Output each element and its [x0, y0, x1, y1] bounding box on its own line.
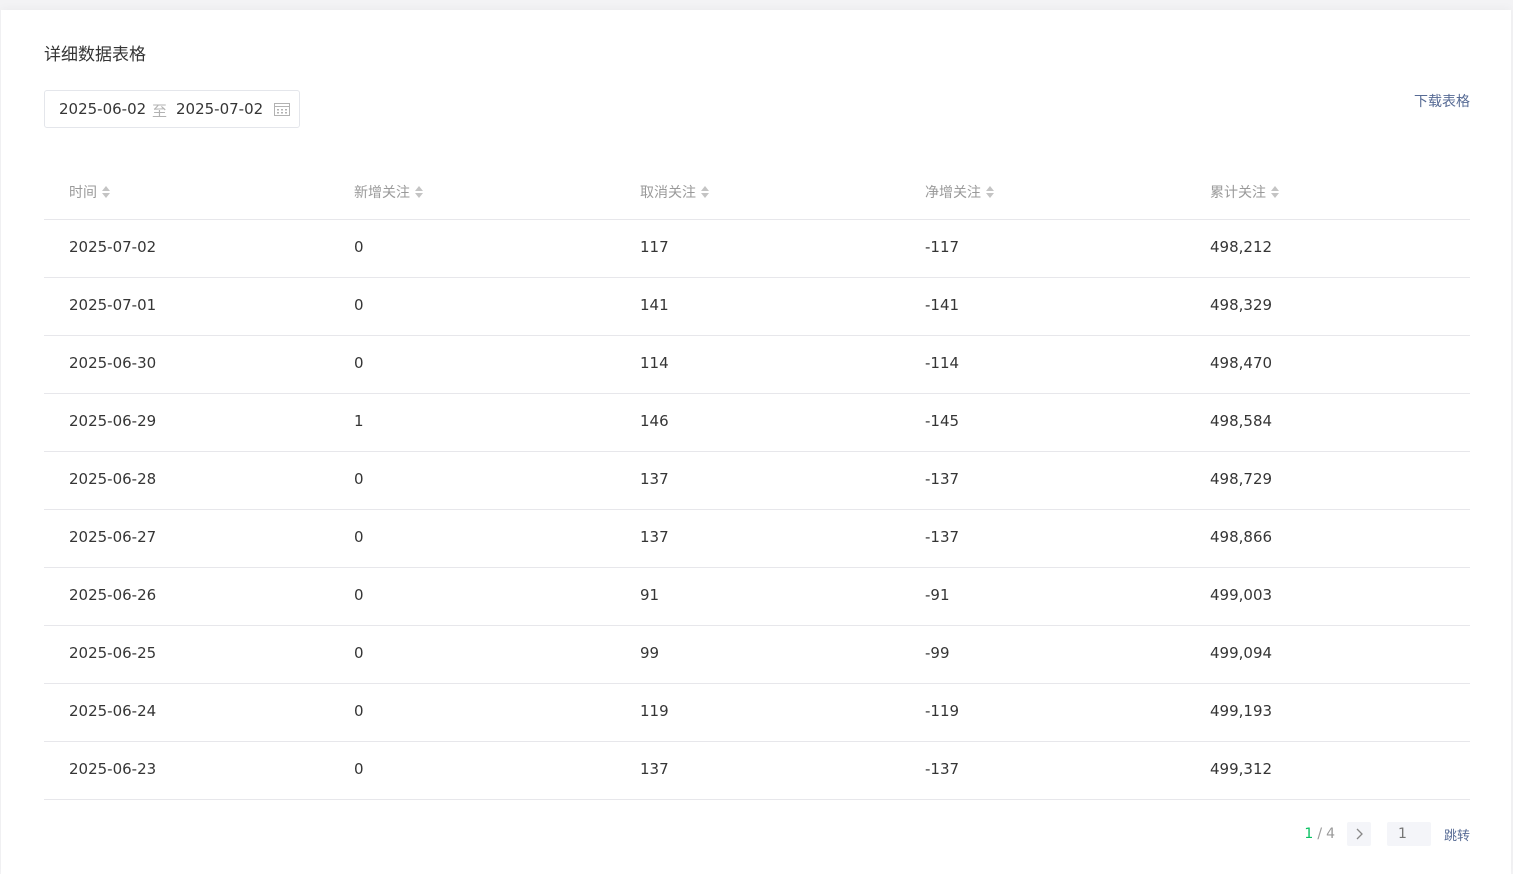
sort-icon[interactable] [414, 184, 424, 200]
cell-time: 2025-06-25 [69, 644, 157, 662]
cell-total-follow: 498,329 [1210, 296, 1273, 314]
table-row: 2025-06-30 0 114 -114 498,470 [44, 336, 1470, 394]
cell-new-follow: 1 [354, 412, 364, 430]
column-header-total-follow[interactable]: 累计关注 [1210, 182, 1280, 202]
column-header-label: 取消关注 [640, 185, 696, 201]
cell-new-follow: 0 [354, 470, 364, 488]
sort-icon[interactable] [700, 184, 710, 200]
table-row: 2025-06-23 0 137 -137 499,312 [44, 742, 1470, 800]
cell-unfollow: 137 [640, 760, 669, 778]
cell-unfollow: 91 [640, 586, 660, 604]
chevron-right-icon [1356, 828, 1363, 840]
page-number-input[interactable] [1386, 822, 1431, 846]
column-header-net-follow[interactable]: 净增关注 [925, 182, 995, 202]
cell-time: 2025-06-27 [69, 528, 157, 546]
column-header-new-follow[interactable]: 新增关注 [354, 182, 424, 202]
cell-unfollow: 99 [640, 644, 660, 662]
cell-net-follow: -141 [925, 296, 960, 314]
cell-new-follow: 0 [354, 354, 364, 372]
cell-new-follow: 0 [354, 296, 364, 314]
page-separator: / [1317, 826, 1323, 842]
table-row: 2025-07-01 0 141 -141 498,329 [44, 278, 1470, 336]
cell-total-follow: 498,212 [1210, 238, 1273, 256]
sort-icon[interactable] [985, 184, 995, 200]
column-header-label: 新增关注 [354, 185, 410, 201]
cell-total-follow: 499,193 [1210, 702, 1273, 720]
cell-new-follow: 0 [354, 528, 364, 546]
next-page-button[interactable] [1346, 822, 1371, 846]
cell-unfollow: 137 [640, 528, 669, 546]
cell-net-follow: -119 [925, 702, 960, 720]
cell-net-follow: -99 [925, 644, 950, 662]
cell-net-follow: -137 [925, 760, 960, 778]
cell-unfollow: 117 [640, 238, 669, 256]
column-header-time[interactable]: 时间 [69, 182, 111, 202]
sort-icon[interactable] [1270, 184, 1280, 200]
cell-total-follow: 498,470 [1210, 354, 1273, 372]
jump-button[interactable]: 跳转 [1444, 825, 1470, 844]
date-range-picker[interactable]: 2025-06-02 至 2025-07-02 [44, 90, 300, 128]
cell-time: 2025-06-23 [69, 760, 157, 778]
cell-total-follow: 498,866 [1210, 528, 1273, 546]
date-range-separator: 至 [152, 102, 168, 120]
cell-time: 2025-07-02 [69, 238, 157, 256]
cell-net-follow: -91 [925, 586, 950, 604]
cell-net-follow: -117 [925, 238, 960, 256]
cell-unfollow: 141 [640, 296, 669, 314]
date-range-start[interactable]: 2025-06-02 [59, 100, 146, 118]
cell-time: 2025-07-01 [69, 296, 157, 314]
table-row: 2025-06-27 0 137 -137 498,866 [44, 510, 1470, 568]
cell-net-follow: -114 [925, 354, 960, 372]
cell-total-follow: 499,094 [1210, 644, 1273, 662]
cell-time: 2025-06-26 [69, 586, 157, 604]
detail-data-card: 详细数据表格 2025-06-02 至 2025-07-02 下载表格 时间 新… [1, 10, 1511, 874]
column-header-label: 净增关注 [925, 185, 981, 201]
cell-total-follow: 499,312 [1210, 760, 1273, 778]
cell-net-follow: -137 [925, 528, 960, 546]
total-pages: 4 [1326, 826, 1335, 842]
cell-time: 2025-06-30 [69, 354, 157, 372]
cell-net-follow: -137 [925, 470, 960, 488]
data-table: 时间 新增关注 取消关注 净增关注 累计关注 2025-07-02 0 117 … [44, 162, 1470, 800]
cell-new-follow: 0 [354, 586, 364, 604]
table-row: 2025-06-29 1 146 -145 498,584 [44, 394, 1470, 452]
cell-total-follow: 498,584 [1210, 412, 1273, 430]
cell-unfollow: 119 [640, 702, 669, 720]
download-table-link[interactable]: 下载表格 [1414, 91, 1470, 111]
cell-net-follow: -145 [925, 412, 960, 430]
table-row: 2025-06-26 0 91 -91 499,003 [44, 568, 1470, 626]
table-row: 2025-06-25 0 99 -99 499,094 [44, 626, 1470, 684]
cell-unfollow: 137 [640, 470, 669, 488]
cell-total-follow: 499,003 [1210, 586, 1273, 604]
cell-new-follow: 0 [354, 702, 364, 720]
column-header-label: 时间 [69, 185, 97, 201]
cell-total-follow: 498,729 [1210, 470, 1273, 488]
cell-time: 2025-06-28 [69, 470, 157, 488]
cell-new-follow: 0 [354, 644, 364, 662]
column-header-label: 累计关注 [1210, 185, 1266, 201]
table-row: 2025-07-02 0 117 -117 498,212 [44, 220, 1470, 278]
table-header: 时间 新增关注 取消关注 净增关注 累计关注 [44, 162, 1470, 220]
cell-time: 2025-06-29 [69, 412, 157, 430]
cell-unfollow: 114 [640, 354, 669, 372]
calendar-icon[interactable] [274, 102, 290, 116]
cell-new-follow: 0 [354, 238, 364, 256]
cell-time: 2025-06-24 [69, 702, 157, 720]
table-row: 2025-06-28 0 137 -137 498,729 [44, 452, 1470, 510]
sort-icon[interactable] [101, 184, 111, 200]
table-row: 2025-06-24 0 119 -119 499,193 [44, 684, 1470, 742]
top-strip [0, 0, 1513, 10]
section-title: 详细数据表格 [44, 45, 146, 65]
cell-unfollow: 146 [640, 412, 669, 430]
cell-new-follow: 0 [354, 760, 364, 778]
pagination: 1 / 4 跳转 [1304, 822, 1470, 846]
date-range-end[interactable]: 2025-07-02 [176, 100, 263, 118]
current-page: 1 [1304, 826, 1314, 842]
column-header-unfollow[interactable]: 取消关注 [640, 182, 710, 202]
